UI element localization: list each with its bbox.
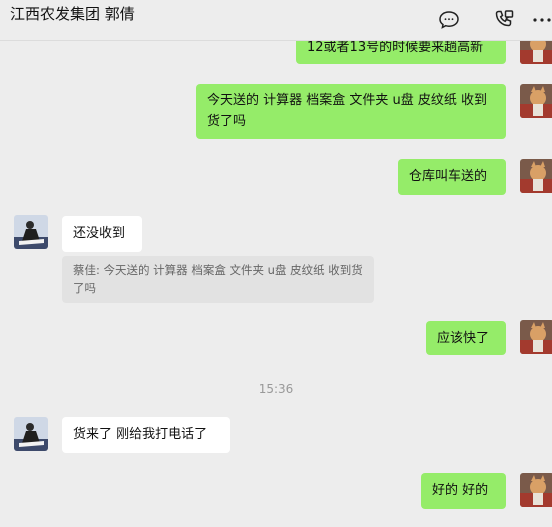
contact-avatar[interactable] — [14, 417, 48, 451]
more-icon[interactable] — [530, 8, 552, 32]
quoted-message[interactable]: 蔡佳: 今天送的 计算器 档案盒 文件夹 u盘 皮纹纸 收到货了吗 — [62, 256, 374, 303]
phone-call-icon[interactable] — [492, 8, 516, 32]
my-avatar[interactable] — [520, 473, 552, 507]
chat-area: 12或者13号的时候要来趟高新 今天送的 计算器 档案盒 文件夹 u盘 皮纹纸 … — [0, 0, 552, 527]
contact-avatar[interactable] — [14, 215, 48, 249]
message-bubble-mine[interactable]: 今天送的 计算器 档案盒 文件夹 u盘 皮纹纸 收到货了吗 — [196, 84, 506, 139]
message-bubble-contact[interactable]: 还没收到 — [62, 216, 142, 252]
message-bubble-mine[interactable]: 仓库叫车送的 — [398, 159, 506, 195]
message-bubble-mine[interactable]: 好的 好的 — [421, 473, 506, 509]
message-bubble-contact[interactable]: 货来了 刚给我打电话了 — [62, 417, 230, 453]
chat-header: 江西农发集团 郭倩 — [0, 0, 552, 41]
my-avatar[interactable] — [520, 159, 552, 193]
timestamp: 15:36 — [258, 382, 294, 396]
message-bubble-mine[interactable]: 应该快了 — [426, 321, 506, 355]
my-avatar[interactable] — [520, 320, 552, 354]
chat-bubble-icon[interactable] — [437, 8, 461, 32]
chat-title: 江西农发集团 郭倩 — [10, 5, 135, 23]
my-avatar[interactable] — [520, 84, 552, 118]
